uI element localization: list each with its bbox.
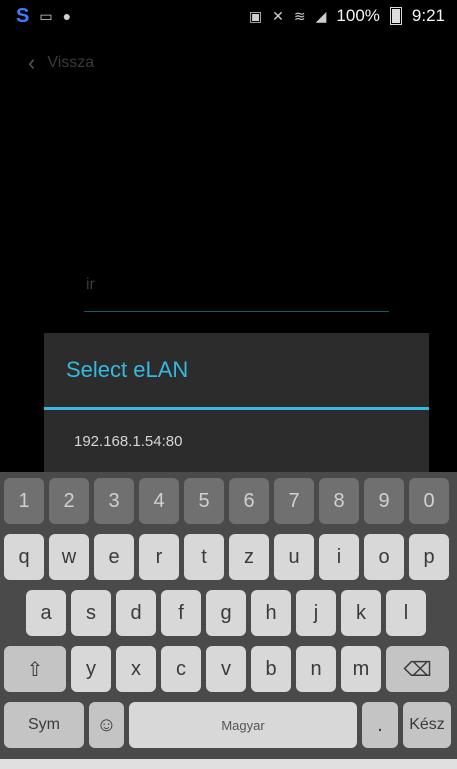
back-navigation[interactable]: ‹ Vissza — [28, 50, 94, 76]
key-e[interactable]: e — [94, 534, 134, 580]
nav-bar — [0, 759, 457, 769]
key-g[interactable]: g — [206, 590, 246, 636]
key-8[interactable]: 8 — [319, 478, 359, 524]
clock: 9:21 — [411, 6, 445, 25]
key-9[interactable]: 9 — [364, 478, 404, 524]
s-app-icon: S — [16, 4, 30, 27]
key-d[interactable]: d — [116, 590, 156, 636]
number-row: 1 2 3 4 5 6 7 8 9 0 — [0, 472, 457, 528]
key-0[interactable]: 0 — [409, 478, 449, 524]
key-4[interactable]: 4 — [139, 478, 179, 524]
key-i[interactable]: i — [319, 534, 359, 580]
key-r[interactable]: r — [139, 534, 179, 580]
signal-icon: ◢ — [315, 7, 327, 24]
key-l[interactable]: l — [386, 590, 426, 636]
backspace-key[interactable]: ⌫ — [386, 646, 449, 692]
wifi-icon: ≋ — [293, 7, 306, 24]
back-label: Vissza — [47, 54, 95, 71]
emoji-icon: ☺ — [96, 713, 117, 736]
key-q[interactable]: q — [4, 534, 44, 580]
status-bar: S ▭ ● ▣ ✕ ≋ ◢ 100% 9:21 — [0, 0, 457, 32]
backspace-icon: ⌫ — [403, 658, 432, 681]
aep-icon: ● — [62, 8, 72, 24]
shift-arrow-icon: ⇧ — [26, 658, 44, 681]
elan-list-item[interactable]: 192.168.1.54:80 — [44, 410, 429, 472]
battery-icon — [389, 7, 402, 25]
key-c[interactable]: c — [161, 646, 201, 692]
mute-icon: ✕ — [272, 7, 284, 24]
key-6[interactable]: 6 — [229, 478, 269, 524]
key-z[interactable]: z — [229, 534, 269, 580]
key-u[interactable]: u — [274, 534, 314, 580]
dot-key[interactable]: . — [362, 702, 398, 748]
keyboard-icon: ▭ — [39, 7, 53, 24]
letter-row-3: ⇧ y x c v b n m ⌫ — [0, 640, 457, 696]
key-b[interactable]: b — [251, 646, 291, 692]
key-w[interactable]: w — [49, 534, 89, 580]
key-1[interactable]: 1 — [4, 478, 44, 524]
select-elan-dialog: Select eLAN 192.168.1.54:80 — [44, 333, 429, 472]
key-a[interactable]: a — [26, 590, 66, 636]
emoji-key[interactable]: ☺ — [89, 702, 124, 748]
chevron-left-icon: ‹ — [28, 50, 36, 75]
letter-row-1: q w e r t z u i o p — [0, 528, 457, 584]
address-input[interactable]: ir — [84, 258, 389, 312]
key-7[interactable]: 7 — [274, 478, 314, 524]
key-x[interactable]: x — [116, 646, 156, 692]
key-s[interactable]: s — [71, 590, 111, 636]
done-key[interactable]: Kész — [403, 702, 451, 748]
screen-mirror-icon: ▣ — [248, 7, 263, 24]
space-key[interactable]: Magyar — [129, 702, 357, 748]
shift-key[interactable]: ⇧ — [4, 646, 66, 692]
key-3[interactable]: 3 — [94, 478, 134, 524]
letter-row-2: a s d f g h j k l — [0, 584, 457, 640]
key-2[interactable]: 2 — [49, 478, 89, 524]
key-n[interactable]: n — [296, 646, 336, 692]
key-j[interactable]: j — [296, 590, 336, 636]
key-y[interactable]: y — [71, 646, 111, 692]
key-h[interactable]: h — [251, 590, 291, 636]
sym-key[interactable]: Sym — [4, 702, 84, 748]
key-5[interactable]: 5 — [184, 478, 224, 524]
dialog-title: Select eLAN — [66, 357, 189, 382]
bottom-row: Sym ☺ Magyar . Kész — [0, 696, 457, 752]
key-o[interactable]: o — [364, 534, 404, 580]
key-p[interactable]: p — [409, 534, 449, 580]
key-m[interactable]: m — [341, 646, 381, 692]
key-k[interactable]: k — [341, 590, 381, 636]
keyboard: 1 2 3 4 5 6 7 8 9 0 q w e r t z u i o p … — [0, 472, 457, 769]
key-t[interactable]: t — [184, 534, 224, 580]
key-v[interactable]: v — [206, 646, 246, 692]
key-f[interactable]: f — [161, 590, 201, 636]
battery-percent: 100% — [336, 6, 380, 25]
